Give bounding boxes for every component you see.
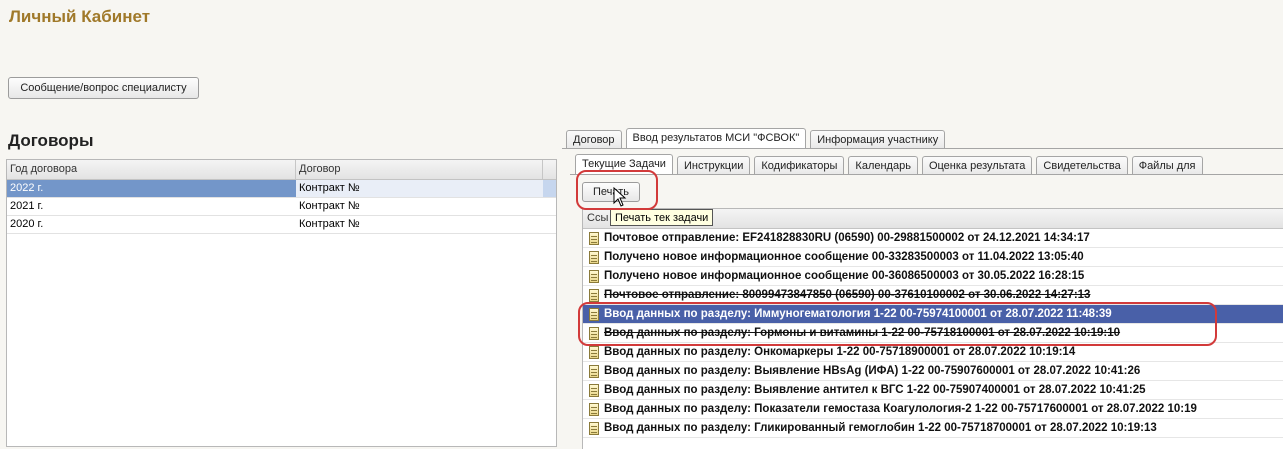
document-icon [589,383,599,397]
column-header-contract[interactable]: Договор [296,160,543,179]
table-row[interactable]: Ввод данных по разделу: Показатели гемос… [583,400,1283,419]
print-tooltip: Печать тек задачи [610,209,714,226]
tab-certificates[interactable]: Свидетельства [1036,156,1128,174]
contract-year: 2021 г. [10,200,44,212]
tab-files[interactable]: Файлы для [1131,156,1203,174]
top-tabs: Договор Ввод результатов МСИ "ФСВОК" Инф… [566,128,949,148]
document-icon [589,364,599,378]
table-row[interactable]: Ввод данных по разделу: Выявление антите… [583,381,1283,400]
tab-instructions[interactable]: Инструкции [676,156,751,174]
task-text: Получено новое информационное сообщение … [604,270,1085,282]
document-icon [589,231,599,245]
document-icon [589,269,599,283]
contracts-title: Договоры [8,131,94,150]
contract-year: 2022 г. [7,180,296,197]
tab-msi-input[interactable]: Ввод результатов МСИ "ФСВОК" [625,128,807,148]
document-icon [589,250,599,264]
contracts-table-header: Год договора Договор [7,160,556,180]
table-row[interactable]: Почтовое отправление: EF241828830RU (065… [583,229,1283,248]
task-text: Получено новое информационное сообщение … [604,251,1084,263]
task-text: Ввод данных по разделу: Выявление HBsAg … [604,365,1141,377]
document-icon [589,421,599,435]
message-specialist-button[interactable]: Сообщение/вопрос специалисту [8,77,199,99]
task-text: Ввод данных по разделу: Гликированный ге… [604,422,1157,434]
contract-name: Контракт № [296,180,543,197]
contract-name: Контракт № [299,200,360,212]
page-title: Личный Кабинет [9,7,151,26]
task-text: Почтовое отправление: EF241828830RU (065… [604,232,1090,244]
task-text: Ввод данных по разделу: Показатели гемос… [604,403,1197,415]
column-header-year[interactable]: Год договора [7,160,296,179]
sub-tabs: Текущие Задачи Инструкции Кодификаторы К… [575,154,1207,174]
tab-result-evaluation[interactable]: Оценка результата [921,156,1033,174]
table-row[interactable]: Получено новое информационное сообщение … [583,267,1283,286]
table-row[interactable]: 2021 г. Контракт № [7,198,556,216]
contract-name: Контракт № [299,218,360,230]
table-row[interactable]: 2022 г. Контракт № [7,180,556,198]
mouse-cursor-icon [613,187,627,207]
top-tabs-divider [562,148,1283,149]
tab-codifiers[interactable]: Кодификаторы [754,156,845,174]
row-filler [543,216,556,233]
document-icon [589,288,599,302]
document-icon [589,345,599,359]
tab-contract[interactable]: Договор [566,130,622,148]
task-text: Почтовое отправление: 80099473847850 (06… [604,289,1091,301]
table-row[interactable]: Ввод данных по разделу: Выявление HBsAg … [583,362,1283,381]
column-header-empty [543,160,556,179]
sub-tabs-divider [570,174,1283,175]
row-filler [543,198,556,215]
task-text: Ввод данных по разделу: Онкомаркеры 1-22… [604,346,1076,358]
document-icon [589,402,599,416]
table-row[interactable]: Ввод данных по разделу: Гликированный ге… [583,419,1283,438]
contract-year: 2020 г. [10,218,44,230]
table-row[interactable]: Получено новое информационное сообщение … [583,248,1283,267]
table-row[interactable]: 2020 г. Контракт № [7,216,556,234]
task-text: Ввод данных по разделу: Выявление антите… [604,384,1146,396]
contracts-table: Год договора Договор 2022 г. Контракт № … [6,159,557,447]
tab-participant-info[interactable]: Информация участнику [810,130,946,148]
highlight-selected-tasks [578,302,1217,346]
tab-calendar[interactable]: Календарь [848,156,918,174]
row-filler [543,180,556,197]
